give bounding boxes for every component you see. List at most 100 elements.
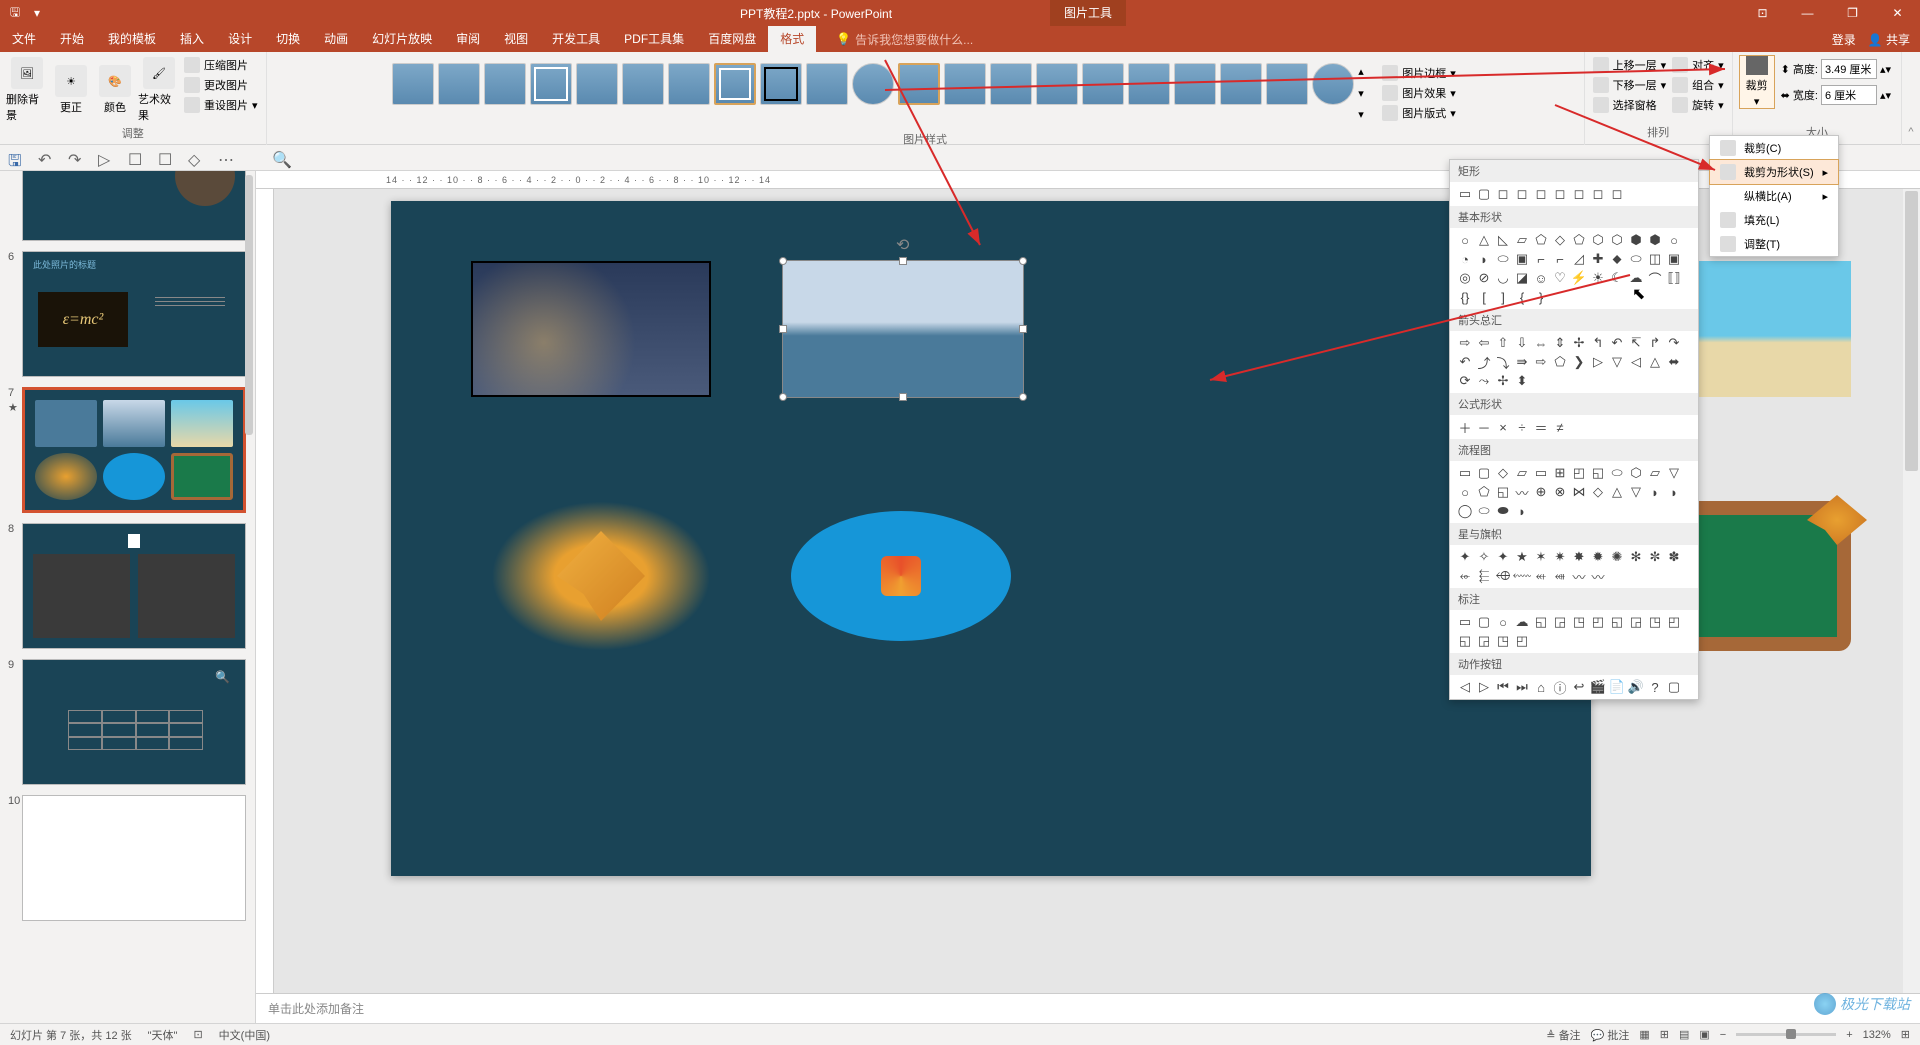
slide-canvas[interactable]: ⟲ — [391, 201, 1591, 876]
artistic-effects-button[interactable]: 🖌艺术效果 — [138, 55, 180, 125]
shape-arrow-leftup[interactable]: ↸ — [1627, 334, 1645, 352]
slide-thumb-8[interactable]: 8 — [22, 523, 247, 649]
shape-snip2-rect[interactable]: ◻ — [1513, 185, 1531, 203]
shape-parallelogram[interactable]: ▱ — [1513, 231, 1531, 249]
bring-forward-button[interactable]: 上移一层 ▾ — [1593, 57, 1667, 73]
shape-action-home[interactable]: ⌂ — [1532, 678, 1550, 696]
change-picture-button[interactable]: 更改图片 — [184, 77, 258, 93]
shape-callout-accent3[interactable]: ◳ — [1646, 613, 1664, 631]
picture-effects-button[interactable]: 图片效果 ▾ — [1382, 85, 1456, 101]
slide-thumbnails-panel[interactable]: 6 此处照片的标题 ε=mc² 7 ★ 8 — [0, 171, 256, 1023]
shape-heptagon[interactable]: ⬡ — [1608, 231, 1626, 249]
shape-fc-alt-process[interactable]: ▢ — [1475, 464, 1493, 482]
shape-fc-preparation[interactable]: ⬡ — [1627, 464, 1645, 482]
align-button[interactable]: 对齐 ▾ — [1672, 57, 1724, 73]
close-button[interactable]: ✕ — [1875, 0, 1920, 26]
style-thumb-10[interactable] — [806, 63, 848, 105]
shape-round-diag-rect[interactable]: ◻ — [1589, 185, 1607, 203]
shape-arrow-left[interactable]: ⇦ — [1475, 334, 1493, 352]
shape-block-arc[interactable]: ◡ — [1494, 269, 1512, 287]
resize-handle[interactable] — [899, 393, 907, 401]
shape-not-equal[interactable]: ≠ — [1551, 418, 1569, 436]
shape-octagon[interactable]: ⬢ — [1627, 231, 1645, 249]
thumbnail-scrollbar[interactable] — [245, 175, 253, 435]
shape-pentagon[interactable]: ⬠ — [1570, 231, 1588, 249]
status-notes-button[interactable]: ≜ 备注 — [1546, 1027, 1580, 1043]
shape-left-bracket[interactable]: [ — [1475, 288, 1493, 306]
shape-cube[interactable]: ◫ — [1646, 250, 1664, 268]
shape-callout-border4[interactable]: ◰ — [1513, 632, 1531, 650]
notes-placeholder[interactable]: 单击此处添加备注 — [256, 993, 1920, 1023]
shape-equals[interactable]: ＝ — [1532, 418, 1550, 436]
crop-menu-aspect[interactable]: 纵横比(A)▸ — [1710, 184, 1838, 208]
shape-callout-cloud[interactable]: ☁ — [1513, 613, 1531, 631]
style-thumb-21[interactable] — [1312, 63, 1354, 105]
status-accessibility-icon[interactable]: ⊡ — [193, 1028, 202, 1041]
style-thumb-7[interactable] — [668, 63, 710, 105]
view-sorter-button[interactable]: ⊞ — [1660, 1028, 1669, 1041]
shape-cloud[interactable]: ☁ — [1627, 269, 1645, 287]
picture-layout-button[interactable]: 图片版式 ▾ — [1382, 105, 1456, 121]
shape-fc-internal[interactable]: ⊞ — [1551, 464, 1569, 482]
remove-background-button[interactable]: 🖼删除背景 — [6, 55, 48, 125]
shape-chord[interactable]: ◗ — [1475, 250, 1493, 268]
shape-right-triangle[interactable]: ◺ — [1494, 231, 1512, 249]
crop-dropdown-icon[interactable]: ▾ — [1754, 95, 1760, 108]
shape-diamond[interactable]: ◇ — [1551, 231, 1569, 249]
view-slideshow-button[interactable]: ▣ — [1699, 1028, 1709, 1041]
undo-button[interactable]: ↶ — [38, 150, 54, 166]
shape-callout-border2[interactable]: ◲ — [1475, 632, 1493, 650]
shape-multiply[interactable]: × — [1494, 418, 1512, 436]
shape-fc-or[interactable]: ⊗ — [1551, 483, 1569, 501]
shape-arrow-curved-left[interactable]: ↶ — [1456, 353, 1474, 371]
shape-action-doc[interactable]: 📄 — [1608, 678, 1626, 696]
qat-insert-shape[interactable]: ◇ — [188, 150, 204, 166]
rotate-button[interactable]: 旋转 ▾ — [1672, 97, 1724, 113]
shape-fc-manual-input[interactable]: ▱ — [1646, 464, 1664, 482]
shape-fc-seq-storage[interactable]: ◯ — [1456, 502, 1474, 520]
shape-fc-sum[interactable]: ⊕ — [1532, 483, 1550, 501]
shape-smiley[interactable]: ☺ — [1532, 269, 1550, 287]
shape-arrow-uturn[interactable]: ↶ — [1608, 334, 1626, 352]
shape-wave[interactable]: 〰 — [1570, 567, 1588, 585]
resize-handle[interactable] — [1019, 257, 1027, 265]
shape-action-end[interactable]: ⏭ — [1513, 678, 1531, 696]
shape-double-bracket[interactable]: ⟦⟧ — [1665, 269, 1683, 287]
spinner-icon[interactable]: ▴▾ — [1880, 89, 1891, 102]
style-thumb-20[interactable] — [1266, 63, 1308, 105]
spinner-icon[interactable]: ▴▾ — [1880, 63, 1891, 76]
qat-start-from-beginning[interactable]: ▷ — [98, 150, 114, 166]
tab-review[interactable]: 审阅 — [444, 26, 492, 52]
shape-arrow-curved-down[interactable]: ⤵ — [1494, 353, 1512, 371]
shape-arrow-callout-lr[interactable]: ⬌ — [1665, 353, 1683, 371]
shape-arrow-swoosh[interactable]: ⤳ — [1475, 372, 1493, 390]
shape-callout-rect[interactable]: ▭ — [1456, 613, 1474, 631]
shape-fc-direct[interactable]: ⬬ — [1494, 502, 1512, 520]
shape-callout-line2[interactable]: ◲ — [1551, 613, 1569, 631]
shape-double-brace[interactable]: {} — [1456, 288, 1474, 306]
shape-arrow-quad[interactable]: ✢ — [1570, 334, 1588, 352]
shape-callout-border3[interactable]: ◳ — [1494, 632, 1512, 650]
shape-arrow-right[interactable]: ⇨ — [1456, 334, 1474, 352]
minimize-button[interactable]: — — [1785, 0, 1830, 26]
shape-star-10pt[interactable]: ✹ — [1589, 548, 1607, 566]
shape-callout-line1[interactable]: ◱ — [1532, 613, 1550, 631]
shape-trapezoid[interactable]: ⬠ — [1532, 231, 1550, 249]
shape-fc-document[interactable]: ◰ — [1570, 464, 1588, 482]
picture-mountain-selected[interactable]: ⟲ — [783, 261, 1023, 397]
qat-zoom[interactable]: 🔍 — [272, 150, 288, 166]
shape-arrow-circular[interactable]: ⟳ — [1456, 372, 1474, 390]
tab-home[interactable]: 开始 — [48, 26, 96, 52]
maximize-button[interactable]: ❐ — [1830, 0, 1875, 26]
style-thumb-2[interactable] — [438, 63, 480, 105]
style-thumb-19[interactable] — [1220, 63, 1262, 105]
slide-thumb-9[interactable]: 9 🔍 — [22, 659, 247, 785]
shape-pie[interactable]: ◔ — [1456, 250, 1474, 268]
shape-arc[interactable]: ⌒ — [1646, 269, 1664, 287]
status-comments-button[interactable]: 💬 批注 — [1591, 1027, 1630, 1043]
crop-menu-crop-to-shape[interactable]: 裁剪为形状(S)▸ — [1709, 159, 1839, 185]
picture-border-button[interactable]: 图片边框 ▾ — [1382, 65, 1456, 81]
shape-arrow-striped[interactable]: ⇛ — [1513, 353, 1531, 371]
tab-design[interactable]: 设计 — [216, 26, 264, 52]
shape-fc-display[interactable]: ◗ — [1513, 502, 1531, 520]
